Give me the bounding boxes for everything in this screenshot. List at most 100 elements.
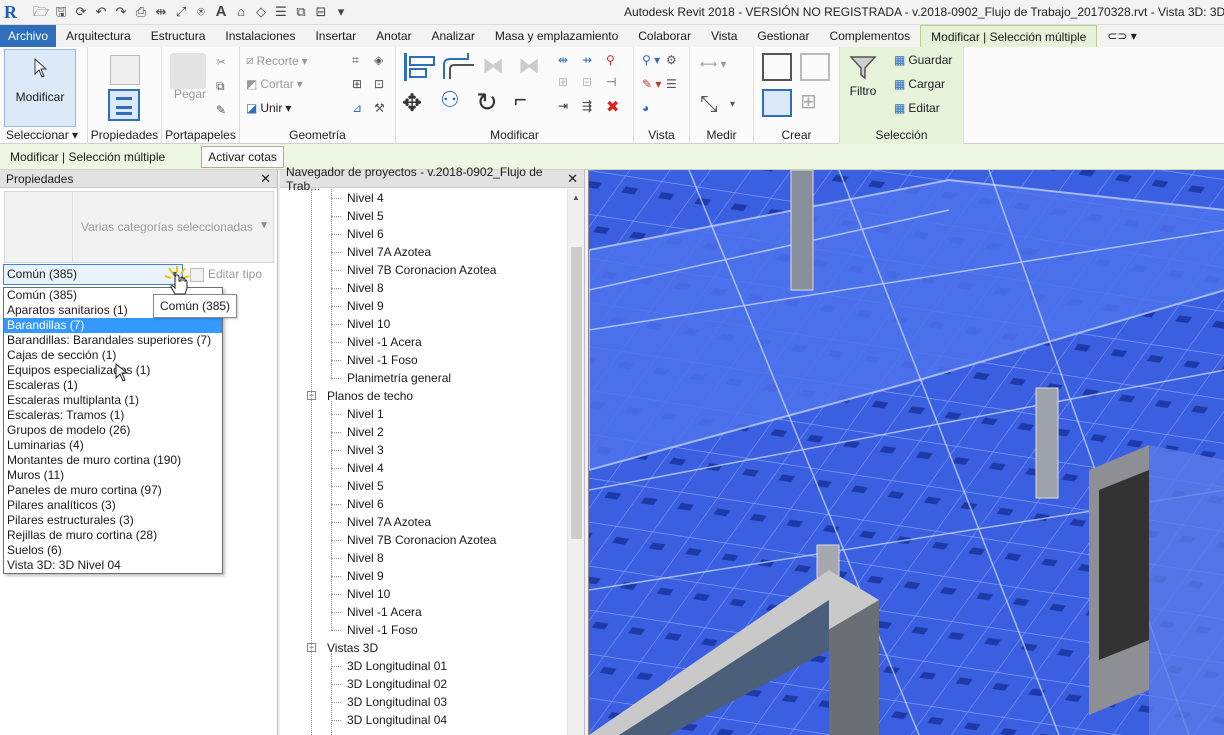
tree-group[interactable]: Vistas 3D: [327, 639, 378, 657]
3d-view-icon[interactable]: ⌂: [232, 3, 250, 21]
hide-in-view-icon[interactable]: ⚲ ▾: [642, 53, 660, 67]
tree-item[interactable]: Planimetría general: [347, 369, 451, 387]
category-option[interactable]: Cajas de sección (1): [4, 348, 222, 363]
switch-windows-icon[interactable]: ⊟: [312, 3, 330, 21]
cut-icon[interactable]: ✂: [216, 55, 226, 69]
3d-viewport[interactable]: [588, 170, 1224, 735]
rotate-icon[interactable]: ↻: [476, 87, 498, 118]
tab-arquitectura[interactable]: Arquitectura: [56, 25, 141, 47]
create-assembly-icon[interactable]: [762, 53, 792, 81]
create-similar-icon[interactable]: ⊞: [800, 89, 817, 114]
open-icon[interactable]: 🗁: [32, 3, 50, 21]
category-option[interactable]: Barandillas: Barandales superiores (7): [4, 333, 222, 348]
tree-item[interactable]: Nivel 2: [347, 423, 384, 441]
close-hidden-icon[interactable]: ⧉: [292, 3, 310, 21]
redo-icon[interactable]: ↷: [112, 3, 130, 21]
delete-icon[interactable]: ✖: [606, 97, 619, 117]
panel-toggle-icon[interactable]: ⊂⊃ ▾: [1097, 25, 1146, 47]
unir-button[interactable]: ◪ Unir ▾: [246, 101, 291, 115]
measure-distance-icon[interactable]: ⟷ ▾: [700, 57, 727, 71]
category-option[interactable]: Escaleras: Tramos (1): [4, 408, 222, 423]
cortar-button[interactable]: ◩ Cortar ▾: [246, 77, 303, 91]
linework-icon[interactable]: ◕: [642, 101, 649, 115]
pegar-label[interactable]: Pegar: [170, 87, 210, 101]
category-option[interactable]: Equipos especializados (1): [4, 363, 222, 378]
offset-icon[interactable]: [442, 51, 476, 83]
edit-type-button[interactable]: Editar tipo: [190, 264, 262, 285]
browser-tree[interactable]: Nivel 4 Nivel 5 Nivel 6 Nivel 7A Azotea Nive…: [280, 189, 567, 735]
guardar-selection-button[interactable]: ▦ Guardar: [894, 53, 952, 67]
category-option[interactable]: Muros (11): [4, 468, 222, 483]
unpin-icon[interactable]: ⚲: [606, 53, 615, 67]
revit-logo[interactable]: R: [4, 1, 26, 23]
activar-cotas-button[interactable]: Activar cotas: [201, 145, 284, 168]
category-dropdown-list[interactable]: Común (385) Aparatos sanitarios (1) Barand…: [3, 287, 223, 574]
split-gap-icon[interactable]: ⇸: [582, 53, 592, 67]
paint-icon[interactable]: ◈: [374, 53, 383, 67]
tab-vista[interactable]: Vista: [701, 25, 747, 47]
tab-instalaciones[interactable]: Instalaciones: [215, 25, 305, 47]
tree-item[interactable]: 3D Longitudinal 02: [347, 675, 447, 693]
measure-icon[interactable]: ⇹: [152, 3, 170, 21]
category-option[interactable]: Escaleras (1): [4, 378, 222, 393]
tree-item[interactable]: Nivel 1: [347, 405, 384, 423]
move-icon[interactable]: ✥: [402, 89, 422, 118]
tree-item[interactable]: Nivel 8: [347, 279, 384, 297]
tree-item[interactable]: Nivel 3: [347, 441, 384, 459]
trim-extend-icon[interactable]: ⌐: [514, 87, 527, 113]
category-option[interactable]: Pilares analíticos (3): [4, 498, 222, 513]
customize-qat-icon[interactable]: ▾: [332, 3, 350, 21]
mirror-axis-icon[interactable]: ⧓: [482, 53, 512, 81]
tree-group[interactable]: Planos de techo: [327, 387, 413, 405]
category-option[interactable]: Escaleras multiplanta (1): [4, 393, 222, 408]
filtro-button[interactable]: Filtro: [844, 53, 882, 107]
category-option[interactable]: Grupos de modelo (26): [4, 423, 222, 438]
tab-insertar[interactable]: Insertar: [305, 25, 366, 47]
section-icon[interactable]: ◇: [252, 3, 270, 21]
create-group-icon[interactable]: [762, 89, 792, 117]
copy-element-icon[interactable]: ⚇: [440, 87, 460, 113]
tree-item[interactable]: Nivel 6: [347, 495, 384, 513]
tab-estructura[interactable]: Estructura: [141, 25, 216, 47]
tag-icon[interactable]: ⍟: [192, 3, 210, 21]
category-option[interactable]: Pilares estructurales (3): [4, 513, 222, 528]
save-icon[interactable]: 🖫: [52, 3, 70, 21]
properties-icon[interactable]: [108, 89, 140, 121]
scroll-up-icon[interactable]: ▲: [572, 193, 580, 202]
array-icon[interactable]: ⊞: [558, 75, 568, 89]
sync-icon[interactable]: ⟳: [72, 3, 90, 21]
tree-item[interactable]: Nivel 8: [347, 549, 384, 567]
tab-archivo[interactable]: Archivo: [0, 25, 57, 47]
tree-item[interactable]: Nivel 9: [347, 297, 384, 315]
wall-opening-icon[interactable]: ⊿: [352, 101, 362, 115]
create-parts-icon[interactable]: [800, 53, 830, 81]
type-properties-icon[interactable]: [110, 55, 140, 85]
tab-modificar-selección-múltiple[interactable]: Modificar | Selección múltiple: [920, 25, 1098, 47]
tree-item[interactable]: Nivel 6: [347, 225, 384, 243]
scale-icon[interactable]: ⊟: [582, 75, 592, 89]
category-option[interactable]: Rejillas de muro cortina (28): [4, 528, 222, 543]
close-icon[interactable]: ✕: [260, 171, 271, 187]
tab-colaborar[interactable]: Colaborar: [628, 25, 701, 47]
tree-item[interactable]: Nivel 5: [347, 207, 384, 225]
recorte-button[interactable]: ⧄ Recorte ▾: [246, 53, 308, 68]
override-graphics-icon[interactable]: ✎ ▾: [642, 77, 661, 91]
tree-item[interactable]: Nivel 5: [347, 477, 384, 495]
tab-analizar[interactable]: Analizar: [422, 25, 485, 47]
trim-single-icon[interactable]: ⇥: [558, 99, 568, 113]
seleccionar-label[interactable]: Seleccionar ▾: [0, 128, 87, 142]
thin-lines-icon[interactable]: ☰: [272, 3, 290, 21]
undo-icon[interactable]: ↶: [92, 3, 110, 21]
tree-item[interactable]: Nivel 7B Coronacion Azotea: [347, 261, 496, 279]
category-option[interactable]: Suelos (6): [4, 543, 222, 558]
tree-item[interactable]: Nivel 7B Coronacion Azotea: [347, 531, 496, 549]
tree-item[interactable]: Nivel 10: [347, 585, 390, 603]
split-element-icon[interactable]: ⇹: [558, 53, 568, 67]
tree-item[interactable]: Nivel -1 Acera: [347, 333, 422, 351]
copy-icon[interactable]: ⧉: [216, 79, 225, 94]
tree-item[interactable]: 3D Longitudinal 01: [347, 657, 447, 675]
dimension-dropdown-icon[interactable]: ▾: [730, 99, 735, 110]
category-option[interactable]: Paneles de muro cortina (97): [4, 483, 222, 498]
scrollbar-thumb[interactable]: [571, 247, 582, 539]
wall-joins-icon[interactable]: ⊞: [352, 77, 362, 91]
